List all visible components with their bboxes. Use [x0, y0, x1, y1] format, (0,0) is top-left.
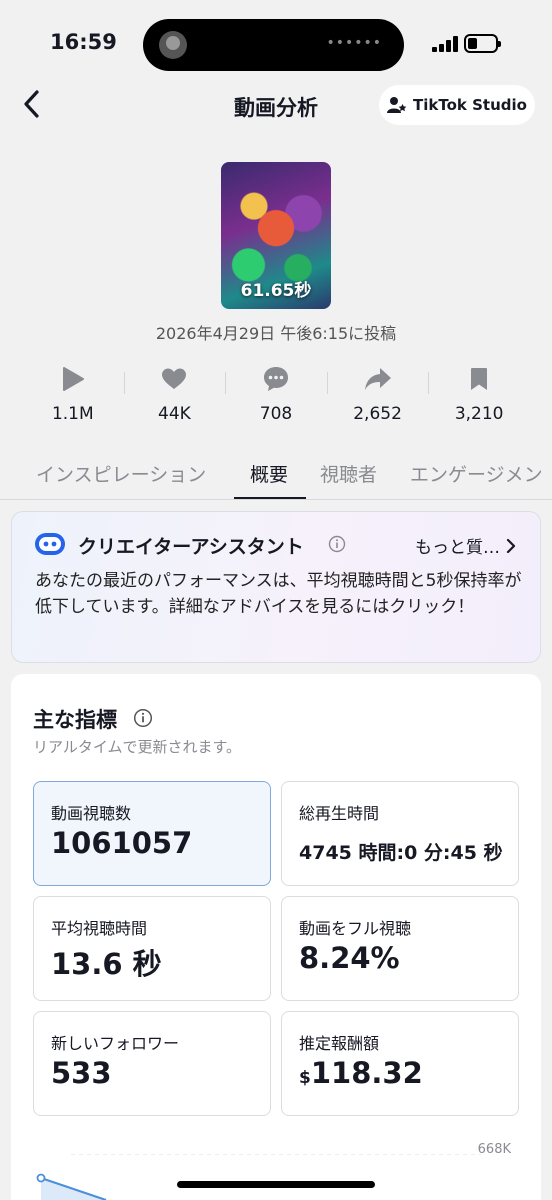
stat-value: 3,210	[454, 404, 504, 424]
stat-comments: 708	[225, 362, 327, 432]
metric-label: 動画視聴数	[51, 804, 132, 823]
metric-label: 平均視聴時間	[51, 919, 148, 938]
stat-saves: 3,210	[428, 362, 530, 432]
tiktok-studio-button[interactable]: TikTok Studio	[379, 85, 535, 125]
tab-engagement[interactable]: エンゲージメン	[410, 460, 543, 487]
stat-value: 1.1M	[51, 404, 94, 424]
video-duration: 61.65秒	[240, 281, 312, 301]
tiktok-studio-label: TikTok Studio	[413, 96, 527, 114]
metric-label: 総再生時間	[299, 804, 380, 823]
metric-value: $118.32	[299, 1056, 423, 1090]
nav-bar: 動画分析 TikTok Studio	[0, 80, 552, 130]
metric-value: 8.24%	[299, 941, 400, 975]
metric-value: 533	[51, 1056, 112, 1090]
island-indicator: ••••••	[326, 35, 382, 51]
posted-date: 2026年4月29日 午後6:15に投稿	[155, 324, 397, 343]
metric-value: 1061057	[51, 826, 193, 860]
tab-overview[interactable]: 概要	[250, 460, 288, 487]
play-icon	[62, 367, 84, 391]
home-indicator[interactable]	[177, 1181, 375, 1188]
user-star-icon	[387, 97, 407, 113]
heart-icon	[162, 368, 187, 389]
metric-estimated-rewards[interactable]: 推定報酬額 $118.32	[281, 1011, 519, 1116]
metrics-title: 主な指標	[33, 708, 117, 732]
metric-full-video-watched[interactable]: 動画をフル視聴 8.24%	[281, 896, 519, 1001]
stat-value: 708	[259, 404, 293, 424]
info-icon[interactable]	[328, 535, 346, 553]
metric-value: 13.6 秒	[51, 947, 162, 981]
info-icon[interactable]	[133, 708, 153, 728]
metric-new-followers[interactable]: 新しいフォロワー 533	[33, 1011, 271, 1116]
comment-icon	[263, 367, 288, 391]
dynamic-island: ••••••	[143, 19, 404, 71]
stat-value: 44K	[158, 404, 191, 424]
assistant-more-button[interactable]: もっと質…	[415, 533, 516, 558]
metric-video-views[interactable]: 動画視聴数 1061057	[33, 781, 271, 886]
assistant-logo-icon	[35, 533, 65, 555]
stat-shares: 2,652	[326, 362, 429, 432]
metric-total-watch-time[interactable]: 総再生時間 4745 時間:0 分:45 秒	[281, 781, 519, 886]
signal-icon	[432, 36, 458, 52]
assistant-message: あなたの最近のパフォーマンスは、平均視聴時間と5秒保持率が低下しています。詳細な…	[35, 571, 522, 617]
active-tab-indicator	[234, 497, 306, 499]
tab-inspiration[interactable]: インスピレーション	[36, 460, 206, 487]
metric-label: 推定報酬額	[299, 1034, 380, 1053]
currency-symbol: $	[299, 1068, 311, 1088]
status-time: 16:59	[50, 30, 117, 54]
views-trend-chart	[36, 1154, 481, 1200]
metric-average-watch-time[interactable]: 平均視聴時間 13.6 秒	[33, 896, 271, 1001]
key-metrics-card: 主な指標 リアルタイムで更新されます。 動画視聴数 1061057 総再生時間 …	[11, 674, 541, 1200]
tab-audience[interactable]: 視聴者	[320, 460, 377, 487]
metric-value: 4745 時間:0 分:45 秒	[299, 842, 503, 864]
metric-label: 動画をフル視聴	[299, 919, 412, 938]
stat-views: 1.1M	[22, 362, 124, 432]
share-icon	[364, 368, 391, 390]
battery-icon	[464, 34, 501, 53]
video-thumbnail[interactable]: 61.65秒	[221, 162, 331, 309]
island-avatar	[159, 31, 187, 59]
stat-likes: 44K	[123, 362, 226, 432]
engagement-stats: 1.1M 44K 708 2,652 3,210	[22, 362, 530, 432]
metric-label: 新しいフォロワー	[51, 1034, 180, 1053]
status-bar: 16:59 ••••••	[0, 0, 552, 90]
bookmark-icon	[471, 368, 488, 390]
metrics-subtitle: リアルタイムで更新されます。	[33, 738, 242, 756]
assistant-more-label: もっと質…	[415, 538, 500, 558]
stat-value: 2,652	[353, 404, 402, 424]
chevron-right-icon	[506, 538, 516, 553]
assistant-title: クリエイターアシスタント	[78, 536, 304, 558]
tab-bar: インスピレーション 概要 視聴者 エンゲージメン	[0, 452, 552, 500]
metric-amount: 118.32	[310, 1056, 423, 1090]
creator-assistant-card[interactable]: クリエイターアシスタント もっと質… あなたの最近のパフォーマンスは、平均視聴時…	[11, 511, 541, 663]
